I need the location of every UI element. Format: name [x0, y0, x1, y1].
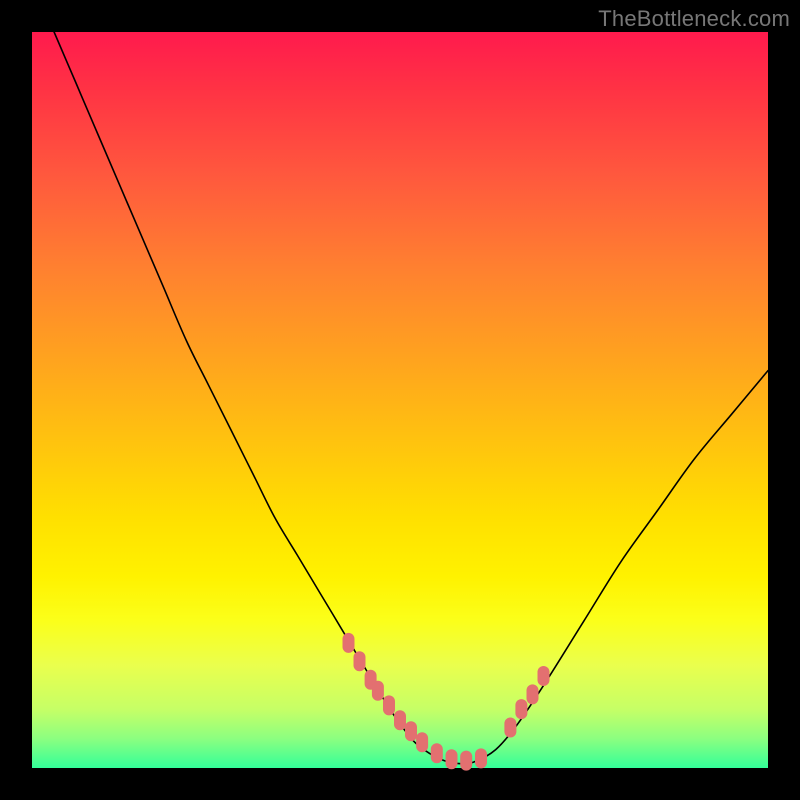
- curve-layer: [32, 32, 768, 768]
- marker-dot: [416, 732, 428, 752]
- marker-dot: [394, 710, 406, 730]
- marker-dot: [515, 699, 527, 719]
- plot-area: [32, 32, 768, 768]
- marker-dot: [354, 651, 366, 671]
- marker-dot: [527, 684, 539, 704]
- marker-dot: [504, 718, 516, 738]
- marker-dot: [460, 751, 472, 771]
- marker-dot: [343, 633, 355, 653]
- marker-dot: [372, 681, 384, 701]
- watermark-text: TheBottleneck.com: [598, 6, 790, 32]
- bottleneck-curve: [54, 32, 768, 764]
- marker-dot: [475, 748, 487, 768]
- marker-dot: [431, 743, 443, 763]
- highlight-markers: [343, 633, 550, 771]
- marker-dot: [446, 749, 458, 769]
- chart-frame: TheBottleneck.com: [0, 0, 800, 800]
- marker-dot: [405, 721, 417, 741]
- marker-dot: [538, 666, 550, 686]
- marker-dot: [383, 695, 395, 715]
